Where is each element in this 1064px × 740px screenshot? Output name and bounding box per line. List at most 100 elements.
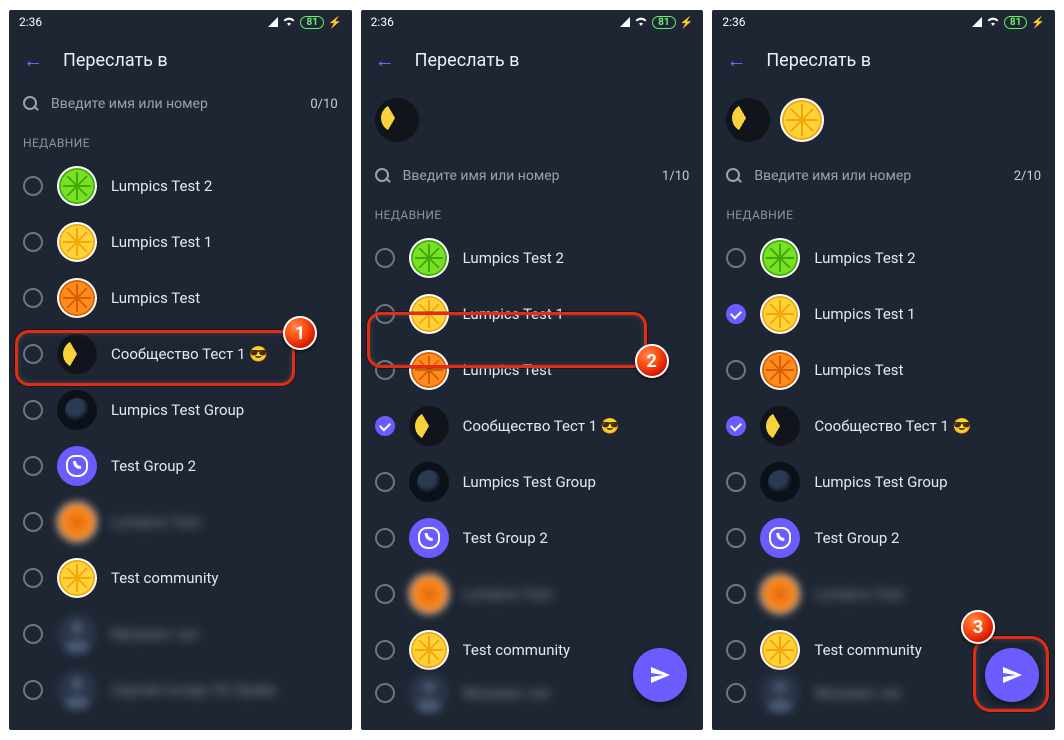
avatar	[760, 518, 800, 558]
list-item[interactable]: Сообщество Тест 1 😎	[361, 398, 704, 454]
radio-checked[interactable]	[375, 416, 395, 436]
list-item[interactable]: Test Group 2	[9, 438, 352, 494]
list-item[interactable]: Lumpics Test Group	[712, 454, 1055, 510]
radio-unchecked[interactable]	[375, 248, 395, 268]
charging-icon: ⚡	[680, 16, 694, 29]
list-item[interactable]: Lumpics Test 1	[712, 286, 1055, 342]
radio-unchecked[interactable]	[726, 248, 746, 268]
radio-unchecked[interactable]	[23, 176, 43, 196]
contact-list: Lumpics Test 2 Lumpics Test 1 Lumpics Te…	[361, 230, 704, 708]
selected-chips	[712, 86, 1055, 158]
radio-unchecked[interactable]	[23, 344, 43, 364]
back-button[interactable]: ←	[726, 50, 746, 70]
list-item[interactable]: Матрикс чат	[9, 606, 352, 662]
avatar	[57, 222, 97, 262]
avatar	[57, 390, 97, 430]
search-row[interactable]: Введите имя или номер 0/10	[9, 86, 352, 122]
selected-chip[interactable]	[726, 98, 770, 142]
radio-unchecked[interactable]	[726, 683, 746, 703]
status-bar: 2:36 81 ⚡	[361, 10, 704, 34]
radio-unchecked[interactable]	[23, 232, 43, 252]
avatar	[409, 294, 449, 334]
radio-unchecked[interactable]	[726, 528, 746, 548]
send-fab[interactable]	[985, 648, 1039, 702]
list-item[interactable]: Lumpics Test 1	[9, 214, 352, 270]
list-item[interactable]: Сергей Солар ТБ Прайз	[9, 662, 352, 718]
list-item[interactable]: Lumpics Test	[712, 566, 1055, 622]
radio-unchecked[interactable]	[726, 640, 746, 660]
app-title: Переслать в	[766, 50, 871, 71]
radio-unchecked[interactable]	[23, 288, 43, 308]
search-row[interactable]: Введите имя или номер 1/10	[361, 158, 704, 194]
radio-unchecked[interactable]	[23, 568, 43, 588]
contact-label: Lumpics Test	[111, 513, 200, 531]
phone-screen-1: 2:36 81 ⚡ ← Переслать в Введите имя или …	[9, 10, 352, 730]
radio-unchecked[interactable]	[375, 584, 395, 604]
radio-unchecked[interactable]	[375, 683, 395, 703]
radio-unchecked[interactable]	[375, 472, 395, 492]
list-item[interactable]: Test community	[9, 550, 352, 606]
contact-label: Test community	[814, 641, 921, 659]
search-icon	[23, 96, 39, 112]
list-item[interactable]: Test Group 2	[361, 510, 704, 566]
list-item[interactable]: Lumpics Test 1	[361, 286, 704, 342]
radio-unchecked[interactable]	[23, 400, 43, 420]
avatar	[57, 334, 97, 374]
status-time: 2:36	[722, 15, 745, 29]
contact-label: Lumpics Test 2	[814, 249, 915, 267]
radio-unchecked[interactable]	[726, 360, 746, 380]
radio-checked[interactable]	[726, 416, 746, 436]
radio-unchecked[interactable]	[23, 624, 43, 644]
avatar	[57, 278, 97, 318]
charging-icon: ⚡	[1031, 16, 1045, 29]
list-item[interactable]: Lumpics Test	[361, 566, 704, 622]
selected-chip[interactable]	[375, 98, 419, 142]
avatar	[57, 558, 97, 598]
list-item[interactable]: Lumpics Test	[9, 270, 352, 326]
list-item[interactable]: Lumpics Test	[712, 342, 1055, 398]
list-item[interactable]: Сообщество Тест 1 😎	[712, 398, 1055, 454]
radio-unchecked[interactable]	[23, 456, 43, 476]
radio-unchecked[interactable]	[375, 304, 395, 324]
contact-label: Lumpics Test Group	[463, 473, 596, 491]
radio-unchecked[interactable]	[23, 680, 43, 700]
list-item[interactable]: Lumpics Test 2	[712, 230, 1055, 286]
radio-unchecked[interactable]	[23, 512, 43, 532]
avatar	[57, 502, 97, 542]
list-item[interactable]: Lumpics Test	[361, 342, 704, 398]
radio-unchecked[interactable]	[375, 528, 395, 548]
list-item[interactable]: Сообщество Тест 1 😎	[9, 326, 352, 382]
search-row[interactable]: Введите имя или номер 2/10	[712, 158, 1055, 194]
radio-unchecked[interactable]	[375, 640, 395, 660]
battery-badge: 81	[1004, 16, 1027, 29]
contact-label: Test Group 2	[463, 529, 548, 547]
selected-chip[interactable]	[780, 98, 824, 142]
avatar	[760, 462, 800, 502]
radio-checked[interactable]	[726, 304, 746, 324]
list-item[interactable]: Lumpics Test Group	[361, 454, 704, 510]
radio-unchecked[interactable]	[726, 472, 746, 492]
phone-screen-2: 2:36 81 ⚡ ← Переслать в Введите имя или …	[361, 10, 704, 730]
signal-icon	[620, 17, 630, 27]
avatar	[57, 446, 97, 486]
contact-label: Сообщество Тест 1 😎	[463, 417, 620, 435]
back-button[interactable]: ←	[375, 50, 395, 70]
list-item[interactable]: Test Group 2	[712, 510, 1055, 566]
status-right: 81 ⚡	[268, 15, 341, 29]
selection-counter: 2/10	[1014, 169, 1041, 184]
list-item[interactable]: Lumpics Test Group	[9, 382, 352, 438]
list-item[interactable]: Lumpics Test 2	[9, 158, 352, 214]
send-icon	[1000, 663, 1024, 687]
radio-unchecked[interactable]	[375, 360, 395, 380]
send-fab[interactable]	[633, 648, 687, 702]
contact-label: Lumpics Test Group	[814, 473, 947, 491]
list-item[interactable]: Lumpics Test	[9, 494, 352, 550]
app-bar: ← Переслать в	[9, 34, 352, 86]
app-title: Переслать в	[415, 50, 520, 71]
radio-unchecked[interactable]	[726, 584, 746, 604]
battery-badge: 81	[300, 16, 323, 29]
signal-icon	[268, 17, 278, 27]
avatar	[409, 462, 449, 502]
list-item[interactable]: Lumpics Test 2	[361, 230, 704, 286]
back-button[interactable]: ←	[23, 50, 43, 70]
